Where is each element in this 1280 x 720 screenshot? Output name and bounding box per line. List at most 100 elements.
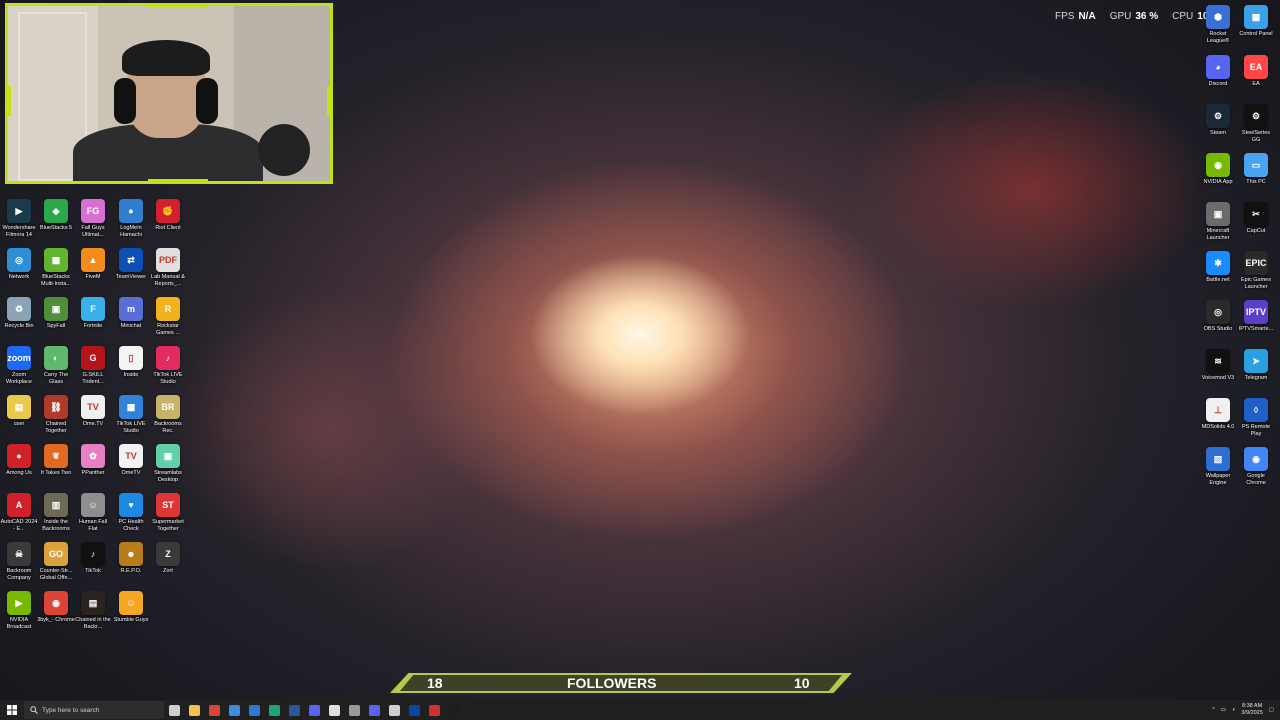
desktop-icon-ps-remote-play[interactable]: ◊ PS Remote Play bbox=[1237, 398, 1275, 437]
tiktok-icon: ♪ bbox=[81, 542, 105, 566]
desktop-icon-ppanther[interactable]: ✿ PPanther bbox=[74, 444, 112, 477]
desktop-icon-g-skill-trident[interactable]: G G.SKILL Trident... bbox=[74, 346, 112, 385]
terminal-icon[interactable] bbox=[444, 700, 464, 720]
app-icon[interactable] bbox=[404, 700, 424, 720]
desktop-icon-counter-str-global-offe[interactable]: GO Counter-Str... Global Offe... bbox=[37, 542, 75, 581]
desktop-icon-fivem[interactable]: ▲ FiveM bbox=[74, 248, 112, 281]
desktop-icon-iptvsmarte[interactable]: IPTV IPTVSmarte... bbox=[1237, 300, 1275, 333]
mail-icon[interactable] bbox=[244, 700, 264, 720]
riot-client-icon: ✊ bbox=[156, 199, 180, 223]
task-view-icon[interactable] bbox=[164, 700, 184, 720]
word-icon[interactable] bbox=[284, 700, 304, 720]
chrome-profile-icon-glyph bbox=[328, 704, 340, 716]
desktop-icon-voicemod-v3[interactable]: ≋ Voicemod V3 bbox=[1199, 349, 1237, 382]
desktop-icon-inside-the-backrooms[interactable]: ▥ Inside the Backrooms bbox=[37, 493, 75, 532]
desktop-icon-label: FiveM bbox=[85, 274, 101, 280]
desktop-icon-bluestacks-5[interactable]: ◆ BlueStacks 5 bbox=[37, 199, 75, 232]
desktop-icon-zort[interactable]: Z Zort bbox=[149, 542, 187, 575]
webcam-person-hair bbox=[122, 40, 210, 76]
chrome-icon[interactable] bbox=[204, 700, 224, 720]
desktop-icon-discord[interactable]: ◕ Discord bbox=[1199, 55, 1237, 88]
desktop-icon-rockstar-games[interactable]: R Rockstar Games ... bbox=[149, 297, 187, 336]
desktop-icon-ometv[interactable]: TV OmeTV bbox=[112, 444, 150, 477]
desktop-icon-epic-games-launcher[interactable]: EPIC Epic Games Launcher bbox=[1237, 251, 1275, 290]
clock[interactable]: 8:38 AM 3/9/2025 bbox=[1241, 703, 1262, 717]
settings-icon[interactable] bbox=[344, 700, 364, 720]
desktop-icon-recycle-bin[interactable]: ♻ Recycle Bin bbox=[0, 297, 38, 330]
desktop-icon-chained-together[interactable]: ⛓ Chained Together bbox=[37, 395, 75, 434]
steelseries-icon[interactable] bbox=[384, 700, 404, 720]
desktop-icon-tiktok[interactable]: ♪ TikTok bbox=[74, 542, 112, 575]
desktop-icon-teamviewer[interactable]: ⇄ TeamViewer bbox=[112, 248, 150, 281]
desktop-icon-telegram[interactable]: ➤ Telegram bbox=[1237, 349, 1275, 382]
desktop-icon-label: Inside bbox=[123, 372, 139, 378]
desktop-icon-steelseries-gg[interactable]: ⚙ SteelSeries GG bbox=[1237, 104, 1275, 143]
desktop-icon-battle-net[interactable]: ✱ Battle.net bbox=[1199, 251, 1237, 284]
tiktok-live-studio-icon: ♪ bbox=[156, 346, 180, 370]
desktop-icon-network[interactable]: ◎ Network bbox=[0, 248, 38, 281]
desktop-icon-control-panel[interactable]: ▦ Control Panel bbox=[1237, 5, 1275, 38]
discord2-icon[interactable] bbox=[364, 700, 384, 720]
desktop-icon-steam[interactable]: ⚙ Steam bbox=[1199, 104, 1237, 137]
tray-chevron-icon[interactable]: ^ bbox=[1212, 707, 1215, 713]
desktop-icon-nvidia-app[interactable]: ◉ NVIDIA App bbox=[1199, 153, 1237, 186]
discord2-icon-glyph bbox=[368, 704, 380, 716]
desktop-icon-ea[interactable]: EA EA bbox=[1237, 55, 1275, 88]
desktop-icon-nvidia-broadcast[interactable]: ▶ NVIDIA Broadcast bbox=[0, 591, 38, 630]
desktop-icon-3byk-chrome[interactable]: ◉ 3byk_- Chrome bbox=[37, 591, 75, 624]
desktop-icon-lab-manual-reports[interactable]: PDF Lab Manual & Reports_... bbox=[149, 248, 187, 287]
desktop-icon-google-chrome[interactable]: ◉ Google Chrome bbox=[1237, 447, 1275, 486]
file-explorer-icon[interactable] bbox=[184, 700, 204, 720]
riot-icon[interactable] bbox=[424, 700, 444, 720]
desktop-icon-pc-health-check[interactable]: ♥ PC Health Check bbox=[112, 493, 150, 532]
desktop-icon-autocad-2024-e[interactable]: A AutoCAD 2024 - E... bbox=[0, 493, 38, 532]
desktop-icon-user[interactable]: ▤ user bbox=[0, 395, 38, 428]
desktop-icon-it-takes-two[interactable]: ❦ It Takes Two bbox=[37, 444, 75, 477]
desktop-icon-label: Recycle Bin bbox=[4, 323, 34, 329]
voicemod-v3-icon: ≋ bbox=[1206, 349, 1230, 373]
desktop-icon-this-pc[interactable]: ▭ This PC bbox=[1237, 153, 1275, 186]
desktop-icon-tiktok-live-studio[interactable]: ♪ TikTok LIVE Studio bbox=[149, 346, 187, 385]
taskbar-search[interactable]: Type here to search bbox=[24, 701, 164, 719]
notification-icon[interactable]: ▢ bbox=[1269, 707, 1274, 713]
desktop-icon-chained-in-the-backr[interactable]: ▤ Chained in the Backr... bbox=[74, 591, 112, 630]
chrome-profile-icon[interactable] bbox=[324, 700, 344, 720]
desktop-icon-riot-client[interactable]: ✊ Riot Client bbox=[149, 199, 187, 232]
desktop-icon-backrooms-rec[interactable]: BR Backrooms Rec. bbox=[149, 395, 187, 434]
desktop-icon-mdsolids-4-0[interactable]: ⊥ MDSolids 4.0 bbox=[1199, 398, 1237, 431]
discord-icon[interactable] bbox=[304, 700, 324, 720]
desktop-icon-human-fall-flat[interactable]: ☺ Human Fall Flat bbox=[74, 493, 112, 532]
store-icon[interactable] bbox=[224, 700, 244, 720]
network-icon[interactable]: ▭ bbox=[1221, 707, 1226, 713]
desktop-icon-fortnite[interactable]: F Fortnite bbox=[74, 297, 112, 330]
desktop-icon-minecraft-launcher[interactable]: ▣ Minecraft Launcher bbox=[1199, 202, 1237, 241]
desktop-icon-streamlabs-desktop[interactable]: ▣ Streamlabs Desktop bbox=[149, 444, 187, 483]
desktop-icon-minichat[interactable]: m Minichat bbox=[112, 297, 150, 330]
volume-icon[interactable]: ◖ bbox=[1232, 707, 1235, 713]
desktop-icon-spyfall[interactable]: ▣ SpyFall bbox=[37, 297, 75, 330]
desktop-icon-inside[interactable]: ▯ Inside bbox=[112, 346, 150, 379]
desktop-icon-wondershare-filmora-14[interactable]: ▶ Wondershare Filmora 14 bbox=[0, 199, 38, 238]
recycle-bin-icon: ♻ bbox=[7, 297, 31, 321]
desktop-icon-zoom-workplace[interactable]: zoom Zoom Workplace bbox=[0, 346, 38, 385]
edge-icon[interactable] bbox=[264, 700, 284, 720]
desktop-icon-carry-the-glass[interactable]: ◐ Carry The Glass bbox=[37, 346, 75, 385]
desktop-icon-label: Rocket League® bbox=[1206, 31, 1230, 44]
desktop-icon-tiktok-live-studio[interactable]: ▦ TikTok LIVE Studio bbox=[112, 395, 150, 434]
mdsolids-4-0-icon: ⊥ bbox=[1206, 398, 1230, 422]
desktop-icon-logmein-hamachi[interactable]: ● LogMeIn Hamachi bbox=[112, 199, 150, 238]
desktop-icon-supermarket-together[interactable]: ST Supermarket Together bbox=[149, 493, 187, 532]
desktop-icon-fall-guys-ultimat[interactable]: FG Fall Guys Ultimat... bbox=[74, 199, 112, 238]
desktop-icon-r-e-p-o[interactable]: ☻ R.E.P.O. bbox=[112, 542, 150, 575]
desktop-icon-backroom-company[interactable]: ☠ Backroom Company bbox=[0, 542, 38, 581]
desktop-icon-stumble-guys[interactable]: ☺ Stumble Guys bbox=[112, 591, 150, 624]
desktop-icon-among-us[interactable]: ● Among Us bbox=[0, 444, 38, 477]
start-button[interactable] bbox=[0, 700, 24, 720]
desktop-icon-wallpaper-engine[interactable]: ▧ Wallpaper Engine bbox=[1199, 447, 1237, 486]
desktop-icon-capcut[interactable]: ✂ CapCut bbox=[1237, 202, 1275, 235]
desktop-icon-obs-studio[interactable]: ◎ OBS Studio bbox=[1199, 300, 1237, 333]
desktop-icon-rocket-league[interactable]: ⬢ Rocket League® bbox=[1199, 5, 1237, 44]
desktop-icon-ome-tv[interactable]: TV Ome.TV bbox=[74, 395, 112, 428]
desktop-icon-bluestacks-multi-insta[interactable]: ▦ BlueStacks Multi-Insta... bbox=[37, 248, 75, 287]
battle-net-icon: ✱ bbox=[1206, 251, 1230, 275]
